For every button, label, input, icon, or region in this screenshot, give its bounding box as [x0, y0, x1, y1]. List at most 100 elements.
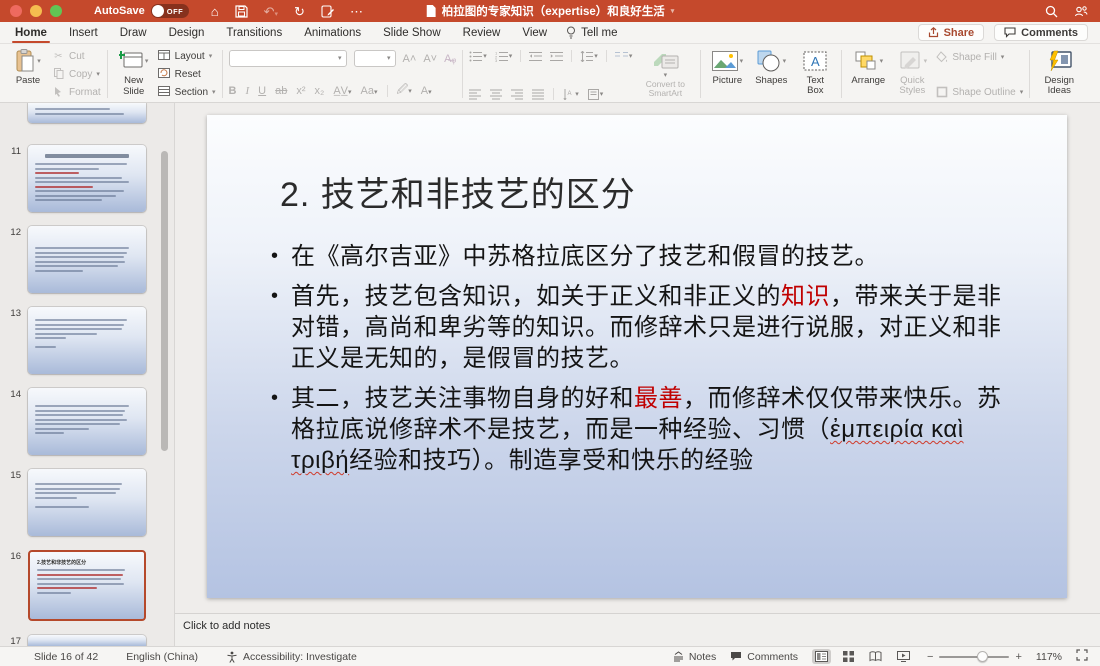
- shape-outline-button[interactable]: Shape Outline▾: [936, 86, 1023, 98]
- slide-thumbnail-15[interactable]: [28, 469, 146, 536]
- character-spacing-button[interactable]: A̲V̲▾: [333, 85, 351, 97]
- new-slide-button[interactable]: ▾ New Slide: [114, 48, 154, 98]
- tab-draw[interactable]: Draw: [109, 22, 158, 43]
- slide-thumbnail-row: 14: [0, 388, 174, 455]
- shapes-button[interactable]: ▾ Shapes: [751, 48, 791, 86]
- bullet-list-button[interactable]: ▾: [469, 51, 487, 62]
- tab-design[interactable]: Design: [158, 22, 216, 43]
- search-icon[interactable]: [1045, 5, 1058, 18]
- italic-button[interactable]: I: [246, 85, 250, 97]
- increase-font-size-button[interactable]: A˄: [403, 53, 417, 65]
- font-size-combobox[interactable]: ▾: [354, 50, 396, 67]
- slide-number-indicator[interactable]: Slide 16 of 42: [34, 651, 98, 663]
- more-commands-icon[interactable]: ⋯: [350, 5, 363, 18]
- redo-icon[interactable]: ↻: [294, 5, 305, 18]
- slide-title-text[interactable]: 2. 技艺和非技艺的区分: [280, 167, 636, 216]
- justify-button[interactable]: [532, 89, 544, 100]
- change-case-button[interactable]: Aa▾: [361, 85, 378, 97]
- close-window-button[interactable]: [10, 5, 22, 17]
- tab-view[interactable]: View: [511, 22, 558, 43]
- zoom-in-button[interactable]: +: [1015, 651, 1021, 663]
- shape-fill-button[interactable]: Shape Fill▾: [936, 51, 1023, 63]
- tab-review[interactable]: Review: [452, 22, 512, 43]
- comments-button[interactable]: Comments: [994, 24, 1088, 41]
- zoom-window-button[interactable]: [50, 5, 62, 17]
- font-color-button[interactable]: A▾: [421, 85, 432, 97]
- font-name-combobox[interactable]: ▾: [229, 50, 347, 67]
- slide-thumbnail-13[interactable]: [28, 307, 146, 374]
- tab-home[interactable]: Home: [4, 22, 58, 43]
- notes-pane[interactable]: Click to add notes: [175, 613, 1100, 646]
- format-painter-button[interactable]: Format: [52, 85, 101, 100]
- copy-button[interactable]: Copy▾: [52, 67, 101, 82]
- zoom-slider-knob[interactable]: [977, 651, 988, 662]
- slideshow-view-button[interactable]: [894, 649, 913, 664]
- minimize-window-button[interactable]: [30, 5, 42, 17]
- subscript-button[interactable]: x₂: [315, 85, 325, 97]
- numbered-list-button[interactable]: 123▾: [495, 51, 513, 62]
- align-center-button[interactable]: [490, 89, 502, 100]
- slide-thumbnail-17[interactable]: [28, 635, 146, 646]
- language-indicator[interactable]: English (China): [126, 651, 198, 663]
- slide-thumbnail-14[interactable]: [28, 388, 146, 455]
- strikethrough-button[interactable]: ab: [275, 85, 287, 97]
- normal-view-button[interactable]: [812, 649, 831, 664]
- cut-button[interactable]: ✂Cut: [52, 49, 101, 64]
- slide-body-text[interactable]: 在《高尔吉亚》中苏格拉底区分了技艺和假冒的技艺。首先，技艺包含知识，如关于正义和…: [265, 241, 1013, 485]
- align-right-button[interactable]: [511, 89, 523, 100]
- tab-insert[interactable]: Insert: [58, 22, 109, 43]
- sidebar-scrollbar[interactable]: [161, 151, 168, 451]
- decrease-indent-button[interactable]: [529, 51, 542, 62]
- convert-smartart-button[interactable]: ▾ Convert to SmartArt: [636, 48, 694, 100]
- text-direction-button[interactable]: A▾: [563, 89, 579, 100]
- zoom-out-button[interactable]: −: [927, 651, 933, 663]
- autosave-toggle[interactable]: OFF: [151, 4, 189, 18]
- slide-thumbnail-11[interactable]: [28, 145, 146, 212]
- decrease-font-size-button[interactable]: A˅: [423, 53, 437, 65]
- accessibility-indicator[interactable]: Accessibility: Investigate: [226, 651, 357, 663]
- tellme-button[interactable]: Tell me: [566, 26, 617, 39]
- line-spacing-button[interactable]: ▾: [580, 51, 598, 62]
- design-ideas-button[interactable]: Design Ideas: [1036, 48, 1082, 100]
- home-icon[interactable]: ⌂: [211, 5, 219, 18]
- slide-thumbnail-16[interactable]: 2.技艺和非技艺的区分: [28, 550, 146, 621]
- tab-slide-show[interactable]: Slide Show: [372, 22, 452, 43]
- increase-indent-button[interactable]: [550, 51, 563, 62]
- layout-button[interactable]: Layout▾: [158, 49, 216, 64]
- slide-editing-area[interactable]: 2. 技艺和非技艺的区分 在《高尔吉亚》中苏格拉底区分了技艺和假冒的技艺。首先，…: [207, 115, 1067, 598]
- save-icon[interactable]: [235, 5, 248, 18]
- arrange-button[interactable]: ▾ Arrange: [848, 48, 888, 86]
- undo-icon[interactable]: ↶▾: [264, 5, 278, 18]
- superscript-button[interactable]: x²: [296, 85, 305, 97]
- bold-button[interactable]: B: [229, 85, 237, 97]
- columns-button[interactable]: ▾: [615, 51, 633, 62]
- section-button[interactable]: Section▾: [158, 85, 216, 100]
- tab-animations[interactable]: Animations: [293, 22, 372, 43]
- picture-button[interactable]: ▾ Picture: [707, 48, 747, 86]
- zoom-percentage[interactable]: 117%: [1036, 651, 1062, 663]
- underline-button[interactable]: U: [258, 85, 266, 97]
- notes-toggle-button[interactable]: Notes: [673, 651, 716, 663]
- fit-slide-button[interactable]: [1076, 649, 1088, 664]
- reset-button[interactable]: Reset: [158, 67, 216, 82]
- highlight-button[interactable]: 🖉▾: [397, 81, 412, 100]
- clear-formatting-button[interactable]: A̶ᵩ: [444, 53, 456, 65]
- share-button[interactable]: Share: [918, 24, 985, 41]
- title-chevron-icon[interactable]: ▾: [671, 8, 675, 15]
- share-people-icon[interactable]: [1074, 5, 1088, 18]
- slide-thumbnail-12[interactable]: [28, 226, 146, 293]
- quick-styles-button[interactable]: ▾ Quick Styles: [892, 48, 932, 97]
- tab-transitions[interactable]: Transitions: [215, 22, 293, 43]
- comments-toggle-button[interactable]: Comments: [730, 651, 798, 663]
- reading-view-button[interactable]: [866, 649, 885, 664]
- paste-button[interactable]: ▾ Paste: [8, 48, 48, 87]
- format-group: ▾ Arrange ▾ Quick Styles Shape Fill▾ Sh: [848, 48, 1023, 100]
- slide-sorter-view-button[interactable]: [840, 649, 857, 664]
- align-text-button[interactable]: ▾: [588, 89, 604, 100]
- align-left-button[interactable]: [469, 89, 481, 100]
- document-edit-icon[interactable]: [321, 5, 334, 18]
- zoom-slider[interactable]: [939, 656, 1009, 658]
- textbox-button[interactable]: A Text Box: [795, 48, 835, 97]
- slide-thumbnail-partial[interactable]: [28, 103, 146, 123]
- slide-bullet: 首先，技艺包含知识，如关于正义和非正义的知识，带来关于是非对错，高尚和卑劣等的知…: [265, 281, 1013, 374]
